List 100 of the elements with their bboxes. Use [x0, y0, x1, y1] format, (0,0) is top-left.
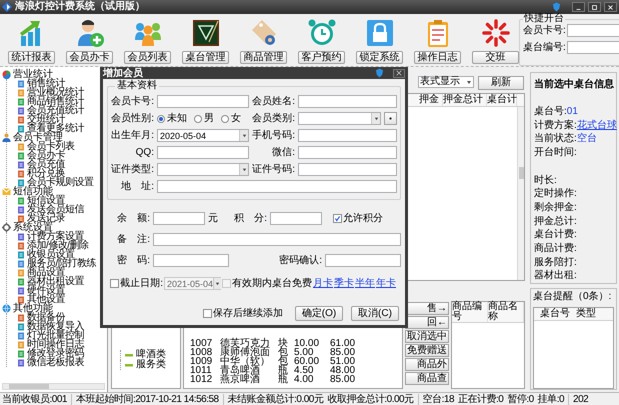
action-button[interactable]: 回← — [405, 316, 449, 329]
link[interactable]: 月卡 — [313, 278, 333, 290]
text-field[interactable] — [157, 95, 249, 108]
dropdown[interactable]: 表式显示 — [418, 76, 474, 88]
toolbar-button[interactable]: 商品管理 — [240, 51, 287, 64]
alarm-clock-icon[interactable] — [306, 18, 336, 48]
text-field[interactable] — [270, 212, 322, 225]
lock-icon[interactable] — [364, 18, 394, 48]
tree-item[interactable]: 灯光批量控制 — [27, 331, 84, 340]
column-header[interactable]: 押金 — [419, 94, 443, 106]
tree-item[interactable]: 交班统计 — [27, 115, 65, 124]
tree-item[interactable]: 修改登录密码 — [27, 349, 84, 358]
text-field[interactable] — [325, 254, 401, 267]
tree-item[interactable]: 会员充值 — [27, 160, 65, 169]
spinner-icon[interactable] — [480, 18, 510, 48]
date-field[interactable]: 2021-05-04 — [164, 277, 221, 290]
tree-item[interactable]: 计费方案设置 — [27, 232, 84, 241]
toolbar-button[interactable]: 操作日志 — [414, 51, 461, 64]
text-field[interactable] — [153, 212, 205, 225]
column-header[interactable]: 桌台计 — [487, 94, 517, 106]
toolbar-button[interactable]: 交班 — [472, 51, 519, 64]
column-header[interactable]: 商品编号 — [452, 302, 488, 322]
tree-item[interactable]: 查看更多统计 — [27, 124, 84, 133]
more-button[interactable] — [384, 112, 397, 125]
text-field[interactable] — [157, 146, 249, 159]
close-button[interactable] — [604, 2, 617, 12]
dropdown[interactable] — [298, 112, 381, 125]
action-button[interactable]: 免费赠送 — [405, 344, 449, 357]
toolbar-button[interactable]: 会员列表 — [124, 51, 171, 64]
minimize-button[interactable] — [572, 2, 585, 12]
dropdown[interactable] — [157, 163, 249, 176]
tree-item[interactable]: 硬件设置 — [27, 286, 65, 295]
action-button[interactable]: 取消选中 — [405, 330, 449, 343]
action-button[interactable]: 售→ — [405, 302, 449, 315]
checkbox[interactable] — [110, 279, 119, 288]
tree-item[interactable]: 商品设置 — [27, 268, 65, 277]
tree-item[interactable]: 会员卡规则设置 — [27, 178, 94, 187]
checkbox[interactable] — [203, 309, 212, 318]
text-field[interactable] — [298, 129, 397, 142]
tree-group[interactable]: 会员卡管理 — [13, 133, 63, 142]
text-field[interactable] — [153, 233, 401, 246]
tree-item[interactable]: 添加/修改/删除 — [27, 241, 89, 250]
tree-item[interactable]: 收银员设置 — [27, 250, 74, 259]
tree-item[interactable]: 营业概况统计 — [27, 88, 84, 97]
tree-group[interactable]: 其他功能 — [13, 304, 53, 313]
toolbar-button[interactable]: 统计报表 — [8, 51, 55, 64]
checkbox[interactable] — [333, 214, 342, 223]
dialog-button[interactable]: 取消(C) — [351, 306, 399, 321]
tree-item[interactable]: 数据备份 — [27, 313, 65, 322]
tree-item[interactable]: 啤酒类 — [136, 350, 166, 360]
checkbox[interactable] — [222, 279, 231, 288]
triangle-board-icon[interactable] — [190, 18, 220, 48]
scrollbar[interactable] — [2, 383, 105, 390]
tree-item[interactable]: 数据恢复导入 — [27, 322, 84, 331]
tree-item[interactable]: 服务员/陪打教练 — [27, 259, 96, 268]
tree-item[interactable]: 短信设置 — [27, 196, 65, 205]
text-field[interactable] — [298, 95, 397, 108]
link[interactable]: 半年 — [355, 278, 375, 290]
tree-item[interactable]: 时间操作日志 — [27, 340, 84, 349]
link[interactable]: 年卡 — [376, 278, 396, 290]
toolbar-button[interactable]: 会员办卡 — [66, 51, 113, 64]
tree-item[interactable]: 销售统计 — [27, 79, 65, 88]
scrollbar[interactable] — [517, 107, 524, 280]
shield-icon[interactable] — [552, 2, 561, 12]
text-field[interactable] — [298, 163, 397, 176]
maximize-button[interactable] — [588, 2, 601, 12]
radio-button[interactable] — [157, 114, 165, 122]
tree-item[interactable]: 商品销售统计 — [27, 97, 84, 106]
column-header[interactable]: 押金总计 — [443, 94, 487, 106]
tree-item[interactable]: 器材出租设置 — [27, 277, 84, 286]
link[interactable]: 季卡 — [334, 278, 354, 290]
dialog-button[interactable]: 确定(O) — [295, 306, 343, 321]
column-header[interactable]: 类型 — [576, 308, 612, 320]
close-button[interactable] — [393, 68, 405, 78]
tree-item[interactable]: 发送记录 — [27, 214, 65, 223]
toolbar-button[interactable]: 桌台管理 — [182, 51, 229, 64]
tree-item[interactable]: 会员办卡 — [27, 151, 65, 160]
radio-button[interactable] — [194, 114, 202, 122]
link[interactable]: 花式台球 — [576, 120, 617, 132]
refresh-button[interactable]: 刷新 — [478, 76, 524, 90]
tree-item[interactable]: 会员卡列表 — [27, 142, 74, 151]
tree-item[interactable]: 发送会员短信 — [27, 205, 84, 214]
toolbar-button[interactable]: 客户预约 — [298, 51, 345, 64]
radio-button[interactable] — [221, 114, 229, 122]
shield-icon[interactable] — [375, 68, 384, 78]
toolbar-button[interactable]: 锁定系统 — [356, 51, 403, 64]
column-header[interactable]: 商品名称 — [488, 302, 524, 322]
tree-item[interactable]: 微信老板报表 — [27, 358, 84, 367]
text-field[interactable] — [298, 146, 397, 159]
tree-item[interactable]: 会员充值统计 — [27, 106, 84, 115]
tree-item[interactable]: 其他设置 — [27, 295, 65, 304]
text-field[interactable] — [157, 180, 397, 193]
tree-group[interactable]: 营业统计 — [13, 70, 53, 79]
tree-group[interactable]: 系统设置 — [13, 223, 53, 232]
date-field[interactable]: 2020-05-04 — [157, 129, 249, 142]
action-button[interactable]: 商品查 — [405, 372, 449, 385]
action-button[interactable]: 商品外 — [405, 358, 449, 371]
tree-item[interactable]: 积分兑换 — [27, 169, 65, 178]
tree-item[interactable]: 服务类 — [136, 360, 166, 370]
text-field[interactable] — [153, 254, 229, 267]
